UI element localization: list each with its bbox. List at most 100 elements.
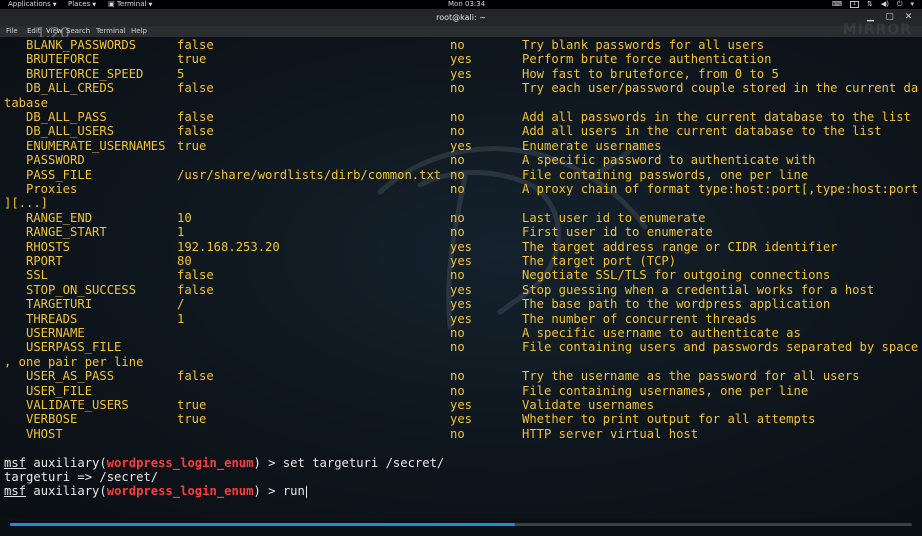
command-text: set targeturi /secret/ <box>282 455 445 470</box>
option-name: RHOSTS <box>26 239 71 254</box>
network-icon[interactable]: ⇅ <box>867 0 873 9</box>
terminal-icon: ▣ <box>108 0 117 8</box>
option-required: yes <box>450 138 473 153</box>
option-name: SSL <box>26 268 49 283</box>
clock[interactable]: Mon 03:34 <box>448 0 485 9</box>
option-description: Whether to print output for all attempts <box>522 412 816 427</box>
option-name: USER_FILE <box>26 383 93 398</box>
option-setting: false <box>177 124 214 139</box>
option-setting: false <box>177 268 214 283</box>
option-setting: false <box>177 282 214 297</box>
option-required: no <box>450 326 465 340</box>
option-setting: 5 <box>177 66 185 81</box>
prompt-line: msf auxiliary(wordpress_login_enum) > ru… <box>4 484 307 498</box>
option-setting: 10 <box>177 210 192 225</box>
option-required: no <box>450 225 465 240</box>
option-setting: 80 <box>177 254 192 268</box>
option-required: yes <box>450 254 473 268</box>
prompt-suffix: ) > <box>253 484 283 499</box>
option-name: TARGETURI <box>26 297 93 312</box>
option-required: no <box>450 167 465 182</box>
option-description: A proxy chain of format type:host:port[,… <box>522 182 919 196</box>
prompt-line: msf auxiliary(wordpress_login_enum) > se… <box>4 456 444 470</box>
option-setting: false <box>177 81 214 96</box>
keyboard-icon[interactable]: ⌨ <box>832 0 842 9</box>
module-name: wordpress_login_enum <box>106 484 254 499</box>
option-setting: true <box>177 398 207 412</box>
option-description-continuation: tabase <box>4 95 49 110</box>
video-progress-fill <box>10 523 516 526</box>
video-progress-bar[interactable] <box>10 523 912 526</box>
option-required: no <box>450 182 465 196</box>
option-name: BLANK_PASSWORDS <box>26 38 137 52</box>
option-name: ENUMERATE_USERNAMES <box>26 138 166 153</box>
chevron-down-icon[interactable]: ▾ <box>910 0 914 9</box>
option-name: USERPASS_FILE <box>26 340 122 355</box>
option-name: Proxies <box>26 182 78 196</box>
window-titlebar[interactable]: root@kali: ~ ▁ ▢ ✕ <box>0 9 922 26</box>
terminal-output[interactable]: BLANK_PASSWORDS false no Try blank password… <box>0 37 922 518</box>
option-description: First user id to enumerate <box>522 225 713 240</box>
option-description-continuation: ][...] <box>4 196 49 211</box>
option-name: DB_ALL_USERS <box>26 124 115 139</box>
option-name: VERBOSE <box>26 412 78 427</box>
option-name: VALIDATE_USERS <box>26 398 129 412</box>
option-required: no <box>450 268 465 283</box>
option-required: yes <box>450 398 473 412</box>
terminal-menubar: File Edit View Search Terminal Help <box>0 26 922 37</box>
terminal-app-label: Terminal <box>116 0 147 8</box>
option-description: The number of concurrent threads <box>522 311 757 326</box>
window-title: root@kali: ~ <box>436 13 486 22</box>
option-setting: true <box>177 412 207 427</box>
option-description: A specific password to authenticate with <box>522 153 816 168</box>
option-description: Add all passwords in the current databas… <box>522 110 911 124</box>
top-panel: Applications ▼ Places ▼ ▣ Terminal ▼ Mon 03… <box>0 0 922 9</box>
command-text: run <box>282 484 305 499</box>
option-required: yes <box>450 239 473 254</box>
option-required: no <box>450 340 465 355</box>
option-required: yes <box>450 52 473 67</box>
places-label: Places <box>68 0 91 8</box>
option-required: no <box>450 369 465 384</box>
option-description: Add all users in the current database to… <box>522 124 882 139</box>
option-description-continuation: , one pair per line <box>4 354 144 369</box>
menu-file[interactable]: File <box>6 26 18 37</box>
option-name: THREADS <box>26 311 78 326</box>
option-description: Try blank passwords for all users <box>522 38 765 52</box>
option-setting: true <box>177 52 207 67</box>
option-description: The target address range or CIDR identif… <box>522 239 838 254</box>
option-name: BRUTEFORCE <box>26 52 100 67</box>
option-description: The base path to the wordpress applicati… <box>522 297 831 312</box>
option-name: STOP_ON_SUCCESS <box>26 282 137 297</box>
volume-icon[interactable]: ◀) <box>881 0 889 9</box>
option-name: RANGE_END <box>26 210 93 225</box>
option-description: File containing passwords, one per line <box>522 167 809 182</box>
option-name: DB_ALL_PASS <box>26 110 107 124</box>
option-name: DB_ALL_CREDS <box>26 81 115 96</box>
text-cursor <box>305 485 307 498</box>
option-required: yes <box>450 412 473 427</box>
option-required: yes <box>450 66 473 81</box>
option-description: HTTP server virtual host <box>522 426 699 441</box>
option-description: Stop guessing when a credential works fo… <box>522 282 875 297</box>
prompt-prefix: auxiliary( <box>26 484 107 499</box>
option-setting: false <box>177 38 214 52</box>
option-description: File containing users and passwords sepa… <box>522 340 919 355</box>
option-setting: 192.168.253.20 <box>177 239 280 254</box>
workspace-indicator[interactable]: 1 <box>849 1 859 8</box>
menu-terminal[interactable]: Terminal <box>96 26 126 37</box>
option-description: Negotiate SSL/TLS for outgoing connectio… <box>522 268 831 283</box>
option-description: Perform brute force authentication <box>522 52 772 67</box>
option-name: USERNAME <box>26 326 85 340</box>
applications-label: Applications <box>8 0 51 8</box>
power-icon[interactable]: ⏻ <box>897 0 903 9</box>
option-required: yes <box>450 282 473 297</box>
watermark: MIRROR <box>842 22 912 38</box>
option-required: no <box>450 110 465 124</box>
option-setting: false <box>177 369 214 384</box>
menu-help[interactable]: Help <box>131 26 147 37</box>
option-setting: false <box>177 110 214 124</box>
option-name: RANGE_START <box>26 225 107 240</box>
option-description: Try each user/password couple stored in … <box>522 81 919 96</box>
system-tray: ⌨ 1 ⇅ ◀) ⏻ ▾ <box>832 0 914 9</box>
